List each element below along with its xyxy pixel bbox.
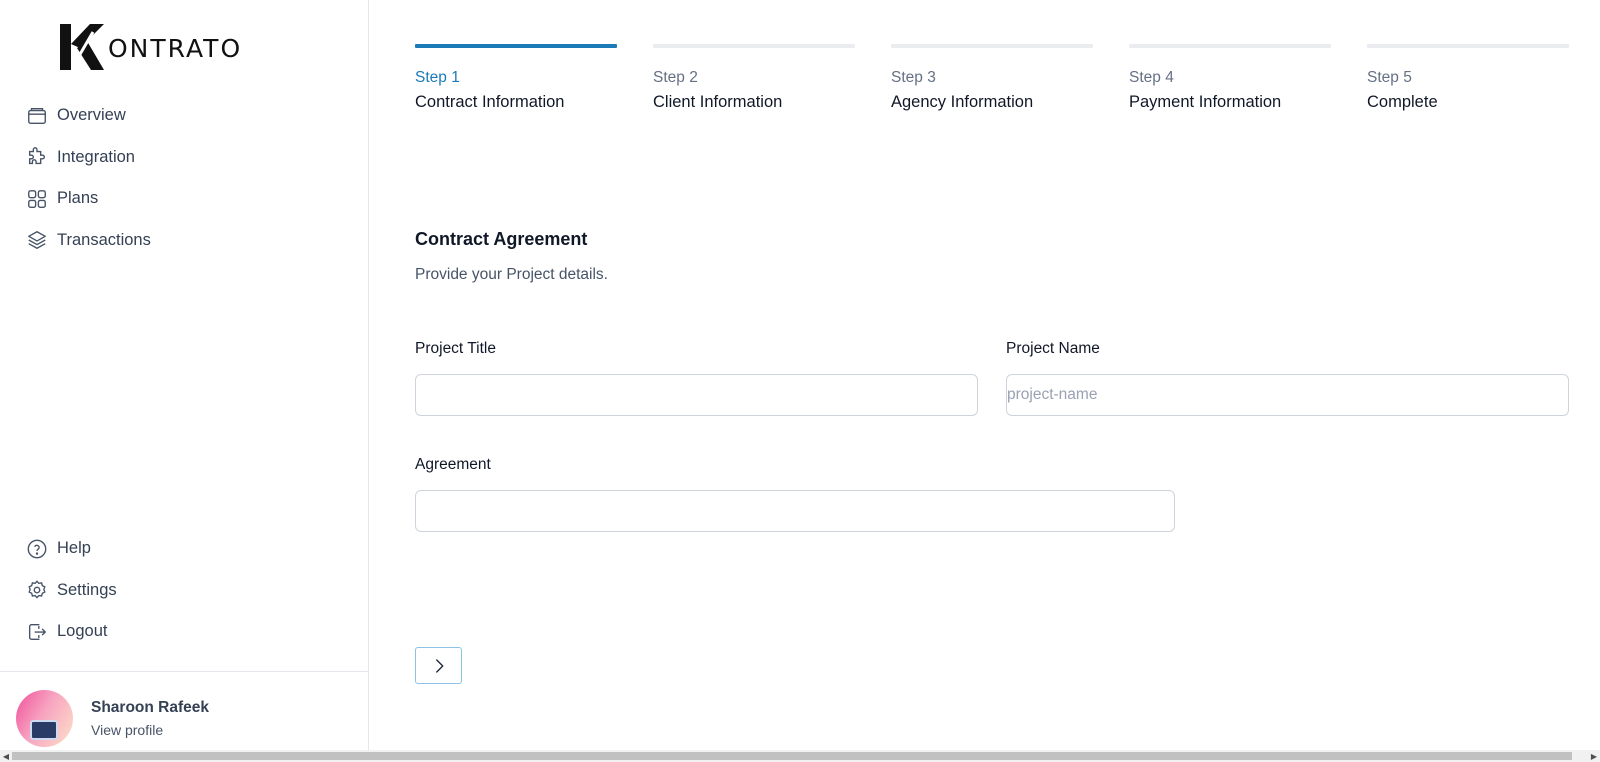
section-title: Contract Agreement — [415, 229, 588, 249]
step-number: Step 2 — [653, 69, 698, 86]
step-progress-bar — [891, 44, 1093, 48]
step-number: Step 1 — [415, 69, 460, 86]
step-number: Step 5 — [1367, 69, 1412, 86]
sidebar-item-transactions[interactable]: Transactions — [26, 220, 346, 262]
step-name: Contract Information — [415, 93, 565, 111]
agreement-label: Agreement — [415, 456, 491, 473]
project-title-input[interactable] — [415, 374, 978, 416]
sidebar-nav-footer: Help Settings Logout — [26, 528, 346, 653]
next-step-button[interactable] — [415, 647, 462, 684]
project-title-label: Project Title — [415, 340, 496, 357]
step-progress-bar — [415, 44, 617, 48]
puzzle-icon — [26, 146, 48, 168]
sidebar-item-label: Transactions — [57, 230, 151, 249]
step-name: Complete — [1367, 93, 1438, 111]
logo-k-mark — [60, 24, 106, 70]
layers-icon — [26, 229, 48, 251]
step-progress-bar — [1367, 44, 1569, 48]
logout-icon — [26, 621, 48, 643]
section-subtitle: Provide your Project details. — [415, 266, 608, 283]
step-name: Agency Information — [891, 93, 1034, 111]
step-progress-bar — [1129, 44, 1331, 48]
horizontal-scrollbar[interactable]: ◀ ▶ — [0, 750, 1600, 762]
sidebar-item-plans[interactable]: Plans — [26, 178, 346, 220]
gear-icon — [26, 579, 48, 601]
chevron-right-icon — [435, 658, 443, 673]
project-name-label: Project Name — [1006, 340, 1100, 357]
sidebar-item-integration[interactable]: Integration — [26, 137, 346, 179]
sidebar-item-label: Integration — [57, 147, 135, 166]
sidebar-item-label: Plans — [57, 189, 99, 208]
step-3[interactable]: Step 3 Agency Information — [891, 44, 1093, 112]
step-2[interactable]: Step 2 Client Information — [653, 44, 855, 112]
sidebar-item-label: Settings — [57, 580, 117, 599]
logo-text: ONTRATO — [108, 33, 243, 63]
agreement-input[interactable] — [415, 490, 1175, 532]
sidebar-item-settings[interactable]: Settings — [26, 570, 346, 612]
help-icon — [26, 538, 48, 560]
kontrato-logo[interactable]: ONTRATO — [60, 24, 242, 70]
view-profile-link[interactable]: View profile — [91, 722, 163, 738]
step-5[interactable]: Step 5 Complete — [1367, 44, 1569, 112]
sidebar-item-help[interactable]: Help — [26, 528, 346, 570]
sidebar-item-label: Overview — [57, 106, 126, 125]
sidebar-item-overview[interactable]: Overview — [26, 95, 346, 137]
sidebar-item-label: Help — [57, 539, 91, 558]
step-name: Client Information — [653, 93, 783, 111]
avatar-illustration — [30, 720, 58, 740]
step-name: Payment Information — [1129, 93, 1282, 111]
step-4[interactable]: Step 4 Payment Information — [1129, 44, 1331, 112]
grid-icon — [26, 188, 48, 210]
avatar[interactable] — [16, 690, 73, 747]
project-name-input[interactable] — [1006, 374, 1569, 416]
sidebar-item-logout[interactable]: Logout — [26, 611, 346, 653]
step-number: Step 3 — [891, 69, 936, 86]
sidebar-item-label: Logout — [57, 622, 108, 641]
scroll-right-arrow-icon[interactable]: ▶ — [1588, 750, 1600, 762]
wallet-icon — [26, 105, 48, 127]
profile-name: Sharoon Rafeek — [91, 699, 210, 716]
scrollbar-thumb[interactable] — [12, 752, 1572, 760]
sidebar-nav-main: Overview Integration Plans Transactions — [26, 95, 346, 261]
scroll-left-arrow-icon[interactable]: ◀ — [0, 750, 12, 762]
step-1[interactable]: Step 1 Contract Information — [415, 44, 617, 112]
step-number: Step 4 — [1129, 69, 1174, 86]
step-progress-bar — [653, 44, 855, 48]
sidebar: ONTRATO Overview Integration Plans Trans… — [0, 0, 369, 750]
